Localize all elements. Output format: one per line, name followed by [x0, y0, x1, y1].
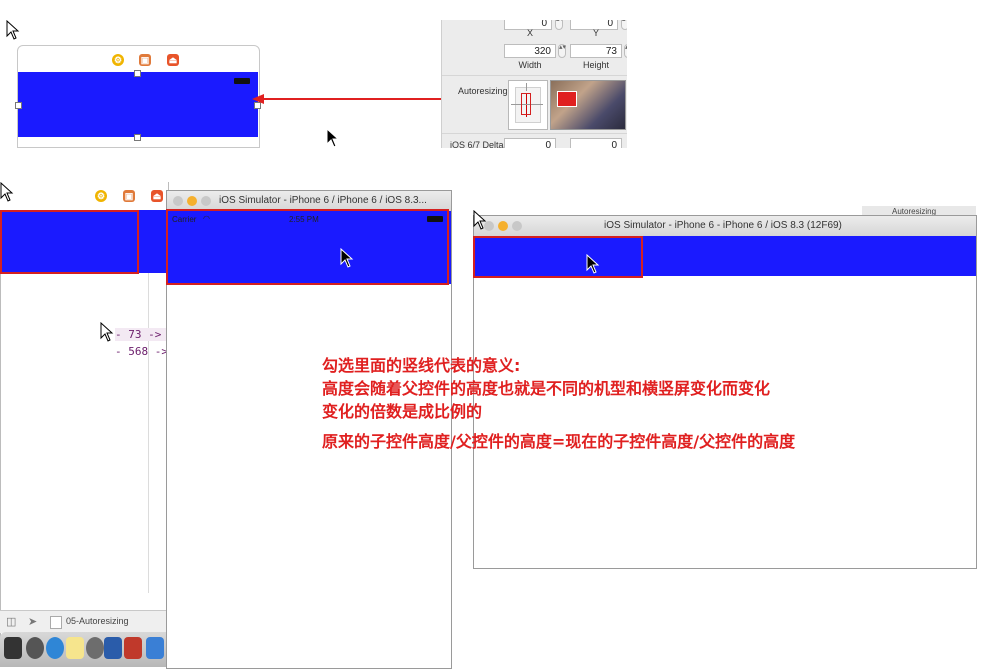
autoresizing-label: Autoresizing [458, 86, 508, 96]
annotation-line-3: 变化的倍数是成比例的 [322, 402, 483, 421]
annotation-line-1: 勾选里面的竖线代表的意义: [322, 356, 521, 375]
minimize-button[interactable] [498, 221, 508, 231]
width-label: Width [518, 60, 542, 70]
settings-icon[interactable] [86, 637, 104, 659]
zoom-button[interactable] [512, 221, 522, 231]
x-label: X [526, 28, 533, 38]
ib-scene-dock-2: ⚙ ▣ ⏏ [0, 182, 168, 210]
view-controller-icon[interactable]: ▣ [139, 54, 151, 66]
canvas-right-edge [148, 273, 149, 593]
window-title: iOS Simulator - iPhone 6 / iPhone 6 / iO… [219, 195, 427, 206]
left-strut-icon[interactable] [511, 104, 519, 105]
close-button[interactable] [173, 196, 183, 206]
zoom-button[interactable] [201, 196, 211, 206]
preview-view-rect [557, 91, 577, 107]
hierarchy-icon[interactable]: ◫ [6, 615, 16, 628]
y-label: Y [592, 28, 599, 38]
cursor-arrow-icon [0, 182, 14, 202]
ib-scene-dock: ⚙ ▣ ⏏ [18, 46, 259, 72]
cursor-arrow-icon [340, 248, 354, 268]
ib-blue-view[interactable] [18, 72, 258, 137]
height-stepper[interactable]: ▴▾ [624, 44, 627, 58]
x-stepper[interactable]: ▴▾ [555, 20, 563, 30]
autoresizing-preview [550, 80, 626, 130]
window-title: iOS Simulator - iPhone 6 - iPhone 6 / iO… [604, 220, 842, 231]
word-icon[interactable] [104, 637, 122, 659]
size-inspector: 0 ▴▾ 0 ▴▾ X Y 320 ▴▾ 73 ▴▾ Width Height … [441, 20, 627, 148]
cursor-arrow-icon [100, 322, 114, 342]
notes-icon[interactable] [66, 637, 84, 659]
help-icon[interactable] [124, 637, 142, 659]
landscape-view-highlight [473, 236, 643, 278]
annotation-line-2: 高度会随着父控件的高度也就是不同的机型和横竖屏变化而变化 [322, 379, 771, 398]
autoresizing-highlight [521, 93, 531, 115]
top-strut-icon[interactable] [526, 83, 527, 91]
divider [442, 133, 627, 134]
xcode-icon[interactable] [146, 637, 164, 659]
breadcrumb[interactable]: 05-Autoresizing [66, 616, 129, 626]
view-controller-icon[interactable]: ▣ [123, 190, 135, 202]
location-icon[interactable]: ➤ [28, 615, 37, 628]
ib-resize-handle-left[interactable] [15, 102, 22, 109]
ib-view-highlight [0, 210, 139, 274]
deltas-field-2[interactable]: 0 [570, 138, 622, 148]
exit-icon[interactable]: ⏏ [151, 190, 163, 202]
first-responder-icon[interactable]: ⚙ [112, 54, 124, 66]
divider [442, 75, 627, 76]
launchpad-icon[interactable] [4, 637, 22, 659]
safari-icon[interactable] [46, 637, 64, 659]
first-responder-icon[interactable]: ⚙ [95, 190, 107, 202]
file-icon [50, 616, 62, 629]
minimize-button[interactable] [187, 196, 197, 206]
xcode-jump-bar: ◫ ➤ 05-Autoresizing [0, 610, 166, 633]
cursor-arrow-icon [473, 210, 487, 230]
annotation-line-4: 原来的子控件高度/父控件的高度=现在的子控件高度/父控件的高度 [322, 432, 796, 451]
ib-battery-icon [234, 78, 250, 84]
simulator-view-highlight [166, 209, 449, 285]
cursor-arrow-icon [326, 128, 340, 148]
autoresizing-mask-control[interactable] [508, 80, 548, 130]
compass-icon[interactable] [26, 637, 44, 659]
ib-resize-handle-bottom[interactable] [134, 134, 141, 141]
exit-icon[interactable]: ⏏ [167, 54, 179, 66]
right-strut-icon[interactable] [535, 104, 543, 105]
deltas-field-1[interactable]: 0 [504, 138, 556, 148]
deltas-label: iOS 6/7 Deltas [450, 140, 509, 148]
cursor-arrow-icon [586, 254, 600, 274]
width-stepper[interactable]: ▴▾ [558, 44, 566, 58]
height-field[interactable]: 73 [570, 44, 622, 58]
simulator-titlebar-2: iOS Simulator - iPhone 6 - iPhone 6 / iO… [474, 216, 976, 237]
canvas-edge-line [0, 273, 1, 667]
width-field[interactable]: 320 [504, 44, 556, 58]
height-label: Height [582, 60, 609, 70]
cursor-arrow-icon [6, 20, 20, 40]
ib-resize-handle-top[interactable] [134, 70, 141, 77]
